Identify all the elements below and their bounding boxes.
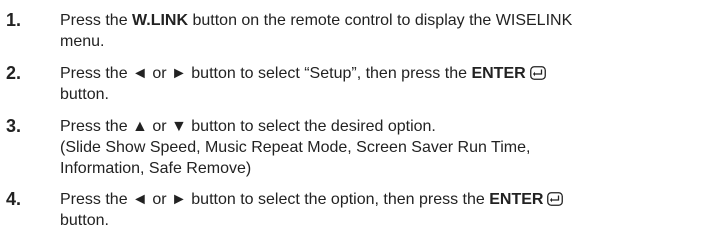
step-line: Information, Safe Remove) (60, 160, 252, 177)
step-text: Press the ◄ or ► button to select the op… (60, 189, 700, 231)
step-line: Press the W.LINK button on the remote co… (60, 10, 700, 31)
step-line: Press the ◄ or ► button to select “Setup… (60, 63, 700, 84)
step-text-part: button on the remote control to display … (188, 12, 573, 29)
step-text: Press the ▲ or ▼ button to select the de… (60, 116, 700, 179)
step-line: button. (60, 86, 109, 103)
step-line: menu. (60, 33, 105, 50)
step-number: 3. (6, 116, 22, 136)
step-line: button. (60, 212, 109, 229)
step-text-part: Press the ◄ or ► button to select “Setup… (60, 65, 472, 82)
step-line: Press the ▲ or ▼ button to select the de… (60, 118, 436, 135)
enter-icon (529, 65, 546, 86)
step-number: 2. (6, 63, 22, 83)
enter-icon (547, 191, 564, 212)
step-text: Press the ◄ or ► button to select “Setup… (60, 63, 700, 105)
step-line: (Slide Show Speed, Music Repeat Mode, Sc… (60, 139, 531, 156)
step-number: 1. (6, 10, 22, 30)
step-text-part: Press the (60, 12, 133, 29)
step-text-part: Press the ◄ or ► button to select the op… (60, 191, 490, 208)
wlink-button-label: W.LINK (132, 12, 189, 29)
step-text: Press the W.LINK button on the remote co… (60, 10, 700, 52)
enter-button-label: ENTER (489, 191, 544, 208)
step-line: Press the ◄ or ► button to select the op… (60, 189, 700, 210)
step-number: 4. (6, 189, 22, 209)
enter-button-label: ENTER (471, 65, 526, 82)
